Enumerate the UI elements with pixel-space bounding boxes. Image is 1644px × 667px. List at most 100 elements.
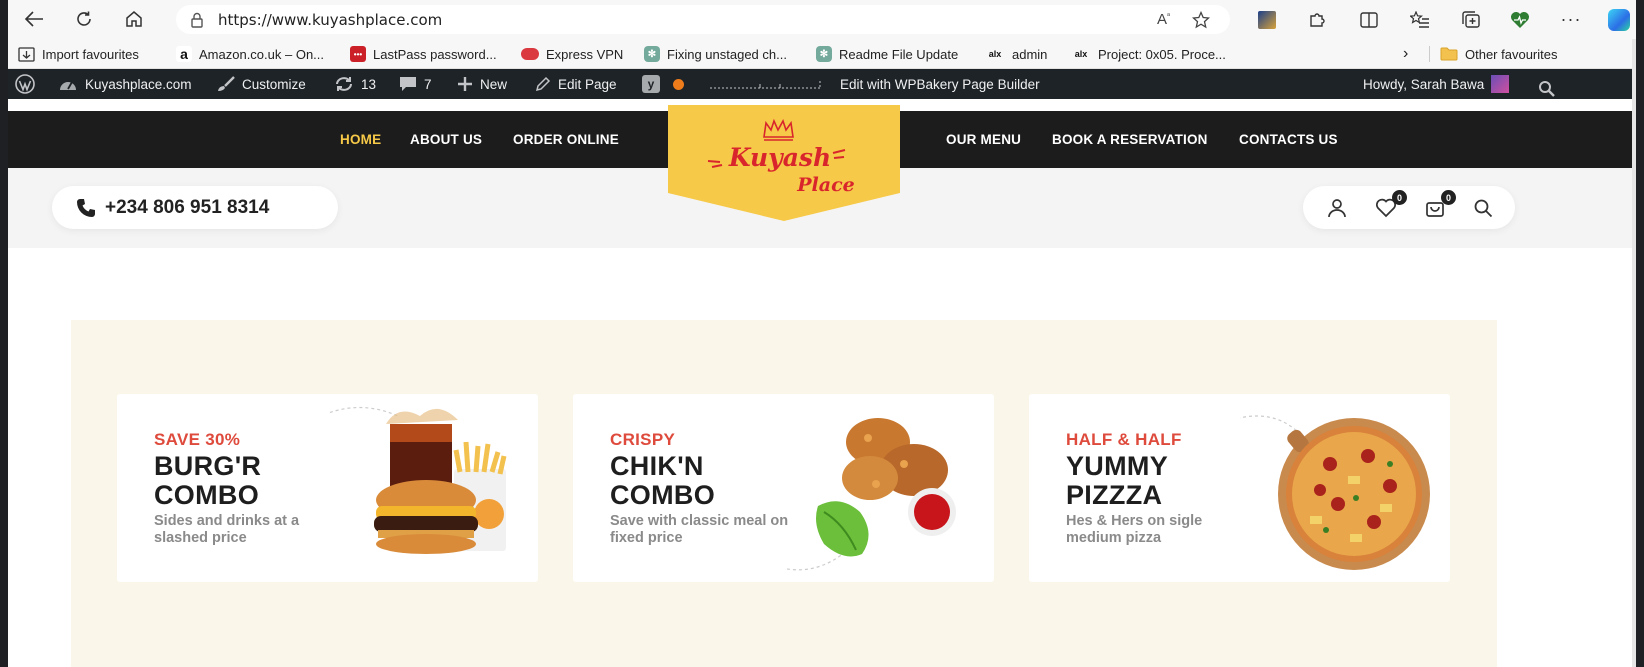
website: HOME ABOUT US ORDER ONLINE OUR MENU BOOK… [8,99,1636,667]
promo-title-line: COMBO [610,480,715,510]
other-favourites[interactable]: Other favourites [1440,39,1558,69]
expressvpn-icon [521,48,539,60]
favourite-label: Project: 0x05. Proce... [1098,46,1226,62]
promo-card-chicken-combo[interactable]: CRISPY CHIK'N COMBO Save with classic me… [573,394,994,582]
favourite-label: Amazon.co.uk – On... [199,46,325,62]
nav-home[interactable]: HOME [340,111,381,168]
nav-contacts-us[interactable]: CONTACTS US [1239,111,1338,168]
browser-window: https://www.kuyashplace.com Aᵃ ··· Impor… [8,0,1636,667]
promo-tag: CRISPY [610,430,676,449]
promo-title-line: YUMMY [1066,451,1168,481]
favourite-lastpass[interactable]: ••• LastPass password... [350,39,497,69]
health-extension-button[interactable] [1503,0,1537,39]
wp-edit-page[interactable]: Edit Page [535,69,617,99]
phone-icon [77,198,95,217]
header-actions: 0 0 [1303,186,1515,229]
refresh-button[interactable] [70,5,98,33]
favourite-project[interactable]: alx Project: 0x05. Proce... [1071,39,1226,69]
read-aloud-icon[interactable]: Aᵃ [1157,11,1170,28]
cart-count-badge: 0 [1441,190,1456,205]
promo-title: BURG'R COMBO [154,452,261,510]
other-favourites-label: Other favourites [1465,46,1558,62]
chicken-combo-image [784,418,956,571]
split-screen-icon [1360,11,1378,28]
split-screen-button[interactable] [1352,0,1386,39]
lock-icon [191,12,203,28]
account-button[interactable] [1325,196,1349,220]
more-options-button[interactable]: ··· [1554,0,1588,39]
promo-tag: SAVE 30% [154,430,241,449]
favourite-admin[interactable]: alx admin [985,39,1048,69]
nav-order-online[interactable]: ORDER ONLINE [513,111,619,168]
avatar [1491,75,1510,93]
site-search-button[interactable] [1471,196,1495,220]
promo-title-line: COMBO [154,480,259,510]
nav-about-us[interactable]: ABOUT US [410,111,482,168]
search-icon [1474,199,1493,218]
wp-comments-count: 7 [424,76,432,92]
extensions-button[interactable] [1300,0,1334,39]
wp-wpbakery[interactable]: Edit with WPBakery Page Builder [840,69,1040,99]
favourite-expressvpn[interactable]: Express VPN [521,39,623,69]
ellipsis-icon: ··· [1560,9,1582,29]
logo-text-place: Place [796,174,854,196]
favourite-label: Express VPN [546,46,624,62]
updates-icon [336,77,352,91]
back-button[interactable] [20,5,48,33]
favourite-fixing-unstaged[interactable]: ✻ Fixing unstaged ch... [644,39,787,69]
nav-book-reservation[interactable]: BOOK A RESERVATION [1052,111,1208,168]
wp-yoast-seo[interactable]: y [642,69,684,99]
wp-howdy-label: Howdy, Sarah Bawa [1363,76,1485,92]
wishlist-count-badge: 0 [1392,190,1407,205]
promo-description: Save with classic meal on fixed price [610,513,789,546]
home-button[interactable] [120,5,148,33]
alx-icon: alx [988,49,1002,59]
paintbrush-icon [218,76,235,91]
refresh-icon [77,11,91,26]
promo-title-line: PIZZZA [1066,480,1163,510]
logo-text-kuyash: Kuyash [728,143,831,172]
nav-our-menu[interactable]: OUR MENU [946,111,1021,168]
favourites-list-button[interactable] [1403,0,1437,39]
favourite-amazon[interactable]: a Amazon.co.uk – On... [176,39,324,69]
cart-button[interactable]: 0 [1423,190,1456,220]
wp-comments[interactable]: 7 [399,69,432,99]
favourite-label: Readme File Update [839,46,959,62]
favourites-overflow-button[interactable]: › [1403,39,1408,69]
wp-new-content[interactable]: New [457,69,507,99]
wishlist-button[interactable]: 0 [1374,190,1407,220]
wp-site-name[interactable]: Kuyashplace.com [58,69,192,99]
user-icon [1328,199,1346,218]
extension-button[interactable] [1250,0,1284,39]
favourite-star-icon[interactable] [1192,10,1210,29]
site-logo[interactable]: Kuyash Place [668,105,900,221]
promo-section: SAVE 30% BURG'R COMBO Sides and drinks a… [71,320,1497,667]
lastpass-icon: ••• [350,46,366,62]
favourite-label: LastPass password... [373,46,497,62]
yoast-icon: y [642,75,660,93]
promo-card-burger-combo[interactable]: SAVE 30% BURG'R COMBO Sides and drinks a… [117,394,538,582]
promo-description: Hes & Hers on sigle medium pizza [1066,513,1203,546]
wp-ruler-indicator [710,69,822,99]
copilot-button[interactable] [1602,0,1636,39]
page-scrollbar[interactable] [1632,39,1636,667]
url-text: https://www.kuyashplace.com [218,10,443,29]
wp-updates[interactable]: 13 [334,69,376,99]
alx-icon: alx [1074,49,1088,59]
chatgpt-icon: ✻ [644,46,660,62]
wp-customize[interactable]: Customize [217,69,306,99]
address-bar[interactable]: https://www.kuyashplace.com Aᵃ [176,5,1230,34]
favourites-list-icon [1410,10,1429,28]
favourite-import[interactable]: Import favourites [18,39,139,69]
dashboard-gauge-icon [60,81,76,90]
collections-button[interactable] [1454,0,1488,39]
plus-icon [458,77,472,91]
promo-card-yummy-pizza[interactable]: HALF & HALF YUMMY PIZZZA Hes & Hers on s… [1029,394,1450,582]
back-arrow-icon [24,11,43,27]
wp-admin-bar: Kuyashplace.com Customize 13 7 New Edit … [8,69,1636,99]
wp-my-account[interactable]: Howdy, Sarah Bawa [1363,69,1510,99]
favourite-readme[interactable]: ✻ Readme File Update [816,39,958,69]
phone-contact[interactable]: +234 806 951 8314 [52,186,338,229]
wp-logo-menu[interactable] [15,69,35,99]
promo-title: YUMMY PIZZZA [1066,452,1168,510]
